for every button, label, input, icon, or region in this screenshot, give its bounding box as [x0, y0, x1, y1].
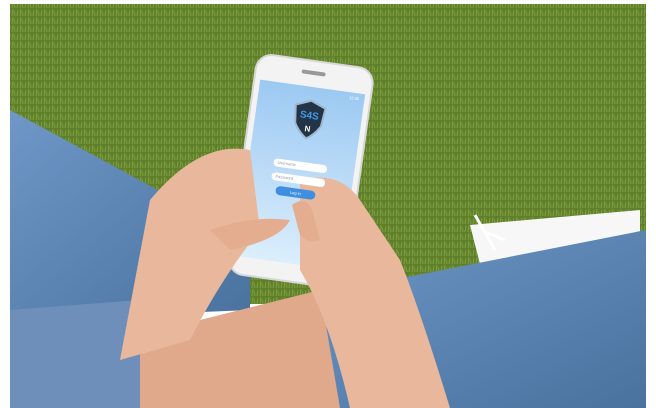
photo-frame: 12:30 S4S N Username Password Log in	[0, 0, 656, 408]
lower-jeans	[10, 300, 140, 408]
login-button[interactable]: Log in	[275, 185, 316, 201]
password-field[interactable]: Password	[271, 171, 326, 188]
username-field[interactable]: Username	[272, 158, 328, 174]
shield-logo-icon: S4S N	[294, 99, 327, 140]
status-time: 12:30	[348, 94, 360, 102]
